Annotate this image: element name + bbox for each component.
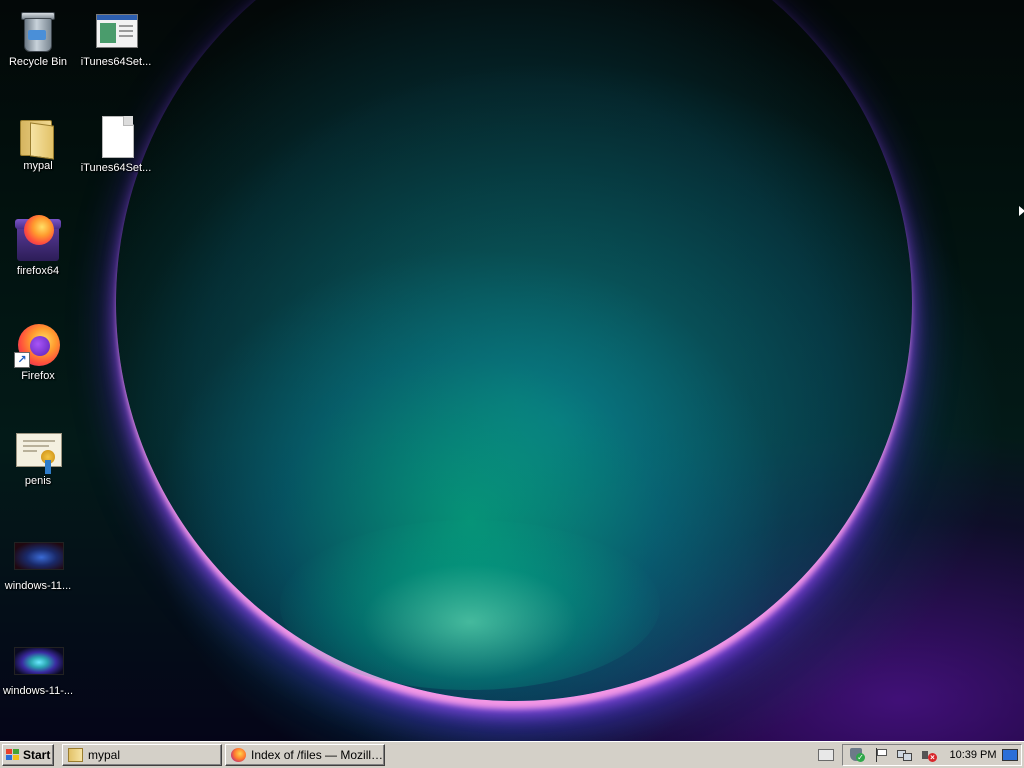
desktop-icon-label: penis xyxy=(24,475,52,487)
recycle-bin-icon xyxy=(14,6,62,54)
desktop-icon-certificate[interactable]: penis xyxy=(0,425,76,488)
taskbar-button-firefox[interactable]: Index of /files — Mozilla ... xyxy=(225,744,385,766)
desktop-icon-firefox[interactable]: ↗ Firefox xyxy=(0,320,76,383)
desktop-icon-label: mypal xyxy=(23,160,53,172)
system-tray: ✓ × 10:39 PM xyxy=(842,744,1022,766)
blank-file-icon xyxy=(92,112,140,160)
desktop-icon-label: firefox64 xyxy=(16,265,60,277)
folder-icon xyxy=(14,110,62,160)
desktop-icon-windows-11-image-a[interactable]: windows-11... xyxy=(0,530,76,593)
image-thumbnail-icon xyxy=(14,530,64,578)
keyboard-icon[interactable] xyxy=(818,749,834,761)
desktop-icon-mypal[interactable]: mypal xyxy=(0,110,76,173)
desktop-icon-label: Recycle Bin xyxy=(8,56,68,68)
desktop-icon-label: Firefox xyxy=(21,370,55,382)
installer-window-icon xyxy=(92,6,140,54)
action-center-flag-icon[interactable] xyxy=(873,748,889,762)
desktop-icon-label: windows-11-... xyxy=(2,685,74,697)
desktop-icon-windows-11-image-b[interactable]: windows-11-... xyxy=(0,635,76,698)
desktop-icon-itunes-file[interactable]: iTunes64Set... xyxy=(78,112,154,175)
desktop-icon-label: iTunes64Set... xyxy=(80,56,152,68)
desktop-icon-firefox64[interactable]: firefox64 xyxy=(0,215,76,278)
firefox-icon: ↗ xyxy=(14,320,62,368)
firefox-icon xyxy=(231,748,246,762)
security-shield-icon[interactable]: ✓ xyxy=(849,748,865,762)
wallpaper-glow xyxy=(280,520,660,690)
certificate-icon xyxy=(14,425,62,474)
desktop-icon-itunes-setup[interactable]: iTunes64Set... xyxy=(78,6,154,69)
taskbar-button-label: Index of /files — Mozilla ... xyxy=(251,748,384,762)
shortcut-arrow-icon: ↗ xyxy=(14,352,30,368)
start-label: Start xyxy=(23,748,51,762)
start-button[interactable]: Start xyxy=(2,744,54,766)
volume-muted-icon[interactable]: × xyxy=(921,748,937,762)
desktop-icon-label: iTunes64Set... xyxy=(80,162,152,174)
network-icon[interactable] xyxy=(897,748,913,762)
desktop-icon-label: windows-11... xyxy=(4,580,72,592)
image-thumbnail-icon xyxy=(14,635,64,683)
folder-icon xyxy=(68,748,83,762)
taskbar-button-mypal[interactable]: mypal xyxy=(62,744,222,766)
firefox-package-icon xyxy=(14,215,62,263)
windows-logo-icon xyxy=(6,749,20,761)
mouse-cursor-icon xyxy=(1019,206,1024,216)
show-desktop-icon[interactable] xyxy=(1002,748,1018,762)
desktop[interactable]: Recycle Bin iTunes64Set... mypal iTunes6… xyxy=(0,0,1024,741)
desktop-icon-recycle-bin[interactable]: Recycle Bin xyxy=(0,6,76,69)
taskbar: Start mypal Index of /files — Mozilla ..… xyxy=(0,741,1024,768)
taskbar-button-label: mypal xyxy=(88,748,121,762)
taskbar-clock[interactable]: 10:39 PM xyxy=(949,748,997,762)
